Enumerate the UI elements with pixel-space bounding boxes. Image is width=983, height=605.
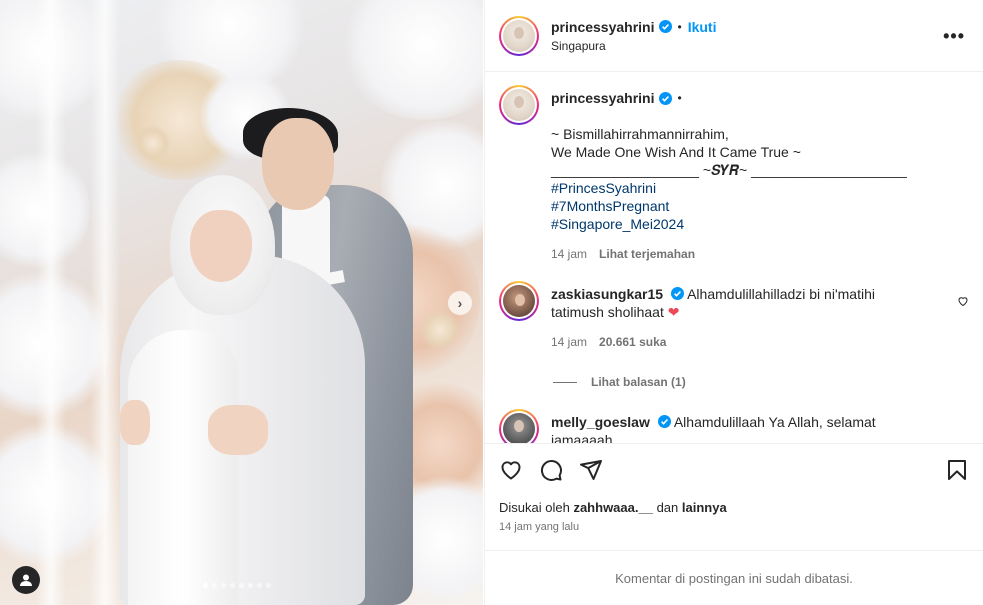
verified-badge-icon xyxy=(658,91,672,105)
view-replies-button[interactable]: Lihat balasan (1) xyxy=(553,375,969,389)
likes-summary[interactable]: Disukai oleh zahhwaaa.__ dan lainnya xyxy=(499,500,969,515)
like-comment-icon[interactable] xyxy=(957,295,969,307)
carousel-dot xyxy=(257,583,262,588)
verified-badge-icon xyxy=(657,415,671,428)
avatar[interactable] xyxy=(499,409,539,443)
bookmark-icon[interactable] xyxy=(945,458,969,482)
avatar[interactable] xyxy=(499,281,539,321)
carousel-dot xyxy=(266,583,271,588)
carousel-dot xyxy=(221,583,226,588)
post-timestamp[interactable]: 14 jam yang lalu xyxy=(499,521,969,533)
carousel-dot xyxy=(239,583,244,588)
post-side-panel: princessyahrini • Ikuti Singapura ••• pr… xyxy=(484,0,983,605)
avatar[interactable] xyxy=(499,85,539,125)
carousel-dot xyxy=(212,583,217,588)
comment-time[interactable]: 14 jam xyxy=(551,333,587,351)
comment-likes[interactable]: 20.661 suka xyxy=(599,333,666,351)
post-photo[interactable]: › xyxy=(0,0,483,605)
caption: princessyahrini • ~ Bismillahirrahmannir… xyxy=(499,85,969,263)
tagged-users-button[interactable] xyxy=(12,566,40,594)
comment-item: zaskiasungkar15 Alhamdulillahilladzi bi … xyxy=(499,281,969,351)
comment-icon[interactable] xyxy=(539,458,563,482)
carousel-dot xyxy=(203,583,208,588)
liked-by-user[interactable]: zahhwaaa.__ xyxy=(573,500,653,515)
more-horizontal-icon: ••• xyxy=(943,26,965,46)
follow-button[interactable]: Ikuti xyxy=(688,19,717,35)
post-location[interactable]: Singapura xyxy=(551,39,716,53)
comments-restricted-notice: Komentar di postingan ini sudah dibatasi… xyxy=(485,550,983,605)
hashtag-link[interactable]: #7MonthsPregnant xyxy=(551,197,951,215)
verified-badge-icon xyxy=(670,287,684,300)
see-translation-link[interactable]: Lihat terjemahan xyxy=(599,245,695,263)
avatar[interactable] xyxy=(499,15,539,56)
more-options-button[interactable]: ••• xyxy=(943,26,965,47)
carousel-dots xyxy=(203,583,271,588)
caption-username[interactable]: princessyahrini xyxy=(551,89,655,107)
next-image-button[interactable]: › xyxy=(448,291,472,315)
liked-by-others[interactable]: lainnya xyxy=(682,500,727,515)
verified-badge-icon xyxy=(658,20,672,33)
comment-item: melly_goeslaw Alhamdulillaah Ya Allah, s… xyxy=(499,409,969,443)
post-header: princessyahrini • Ikuti Singapura ••• xyxy=(485,0,983,72)
comments-list[interactable]: princessyahrini • ~ Bismillahirrahmannir… xyxy=(485,73,983,443)
comment-username[interactable]: zaskiasungkar15 xyxy=(551,286,663,302)
heart-icon[interactable] xyxy=(499,458,523,482)
user-icon xyxy=(20,574,32,586)
carousel-dot xyxy=(248,583,253,588)
carousel-dot xyxy=(230,583,235,588)
post-actions: Disukai oleh zahhwaaa.__ dan lainnya 14 … xyxy=(485,443,983,550)
hashtag-link[interactable]: #PrincesSyahrini xyxy=(551,179,951,197)
hashtag-link[interactable]: #Singapore_Mei2024 xyxy=(551,215,951,233)
red-heart-emoji: ❤ xyxy=(667,304,680,320)
author-username[interactable]: princessyahrini xyxy=(551,19,655,35)
caption-text: ~ Bismillahirrahmannirrahim, We Made One… xyxy=(551,125,951,233)
caption-time[interactable]: 14 jam xyxy=(551,245,587,263)
chevron-right-icon: › xyxy=(457,295,463,311)
share-icon[interactable] xyxy=(579,458,603,482)
comment-username[interactable]: melly_goeslaw xyxy=(551,414,650,430)
